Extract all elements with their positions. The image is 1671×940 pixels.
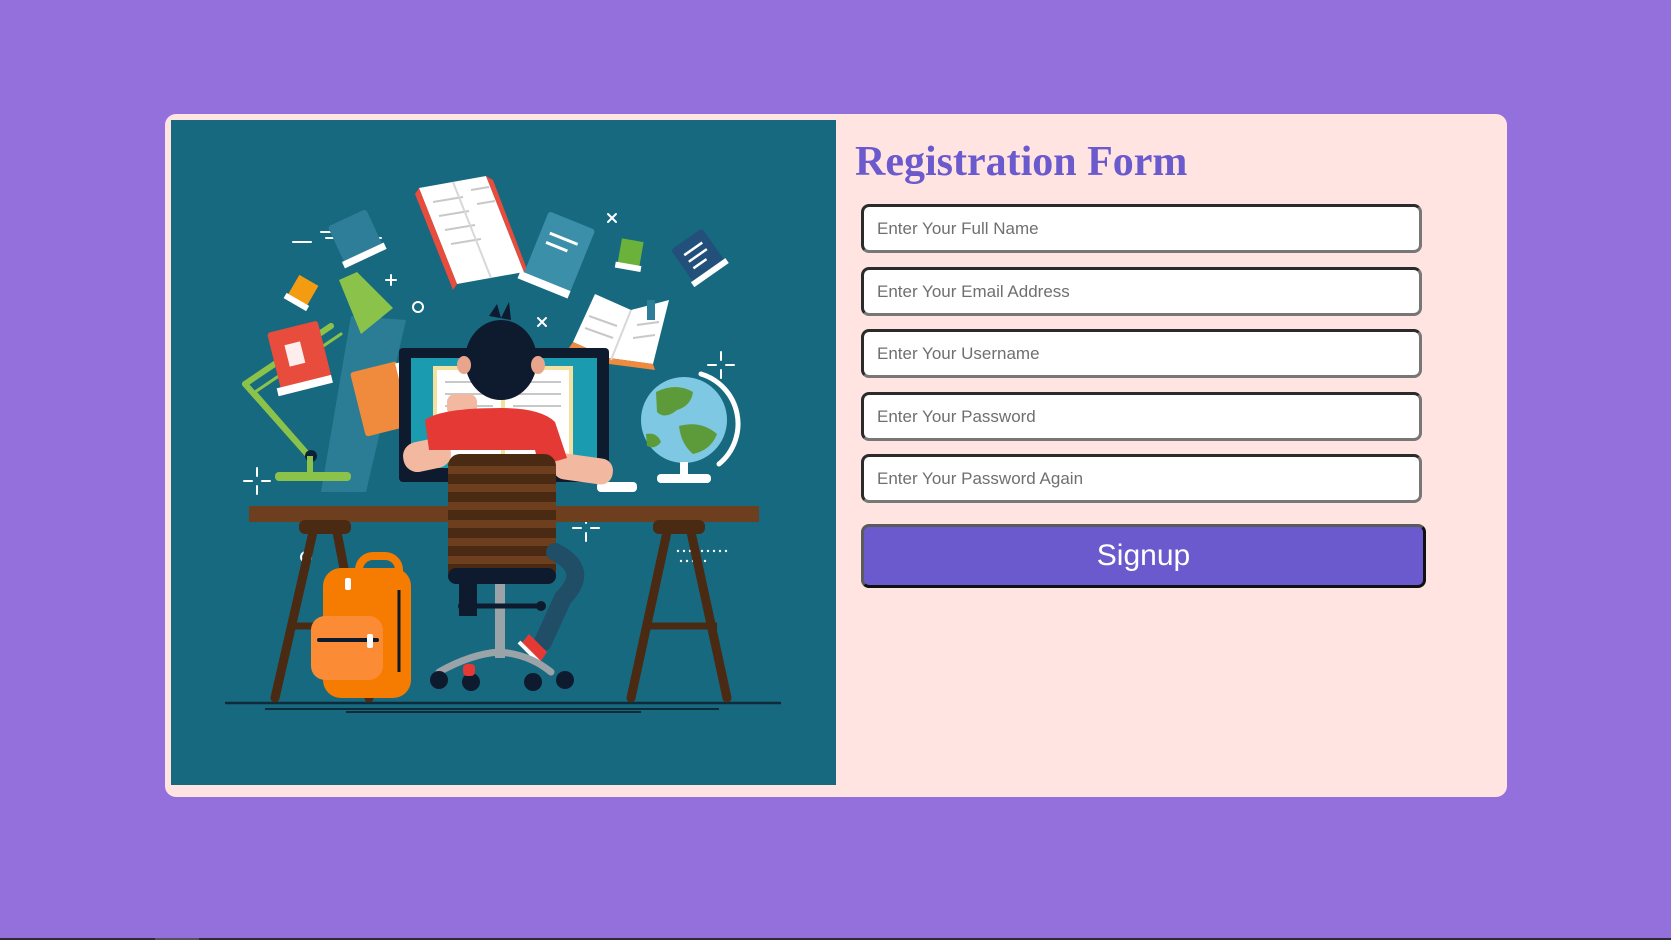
username-input[interactable] <box>861 329 1422 378</box>
registration-card: Registration Form Signup <box>165 114 1507 797</box>
signup-button[interactable]: Signup <box>861 524 1426 588</box>
full-name-input[interactable] <box>861 204 1422 253</box>
password-again-input[interactable] <box>861 454 1422 503</box>
student-at-desk-illustration <box>171 120 836 785</box>
password-input[interactable] <box>861 392 1422 441</box>
form-title: Registration Form <box>855 139 1188 185</box>
email-input[interactable] <box>861 267 1422 316</box>
